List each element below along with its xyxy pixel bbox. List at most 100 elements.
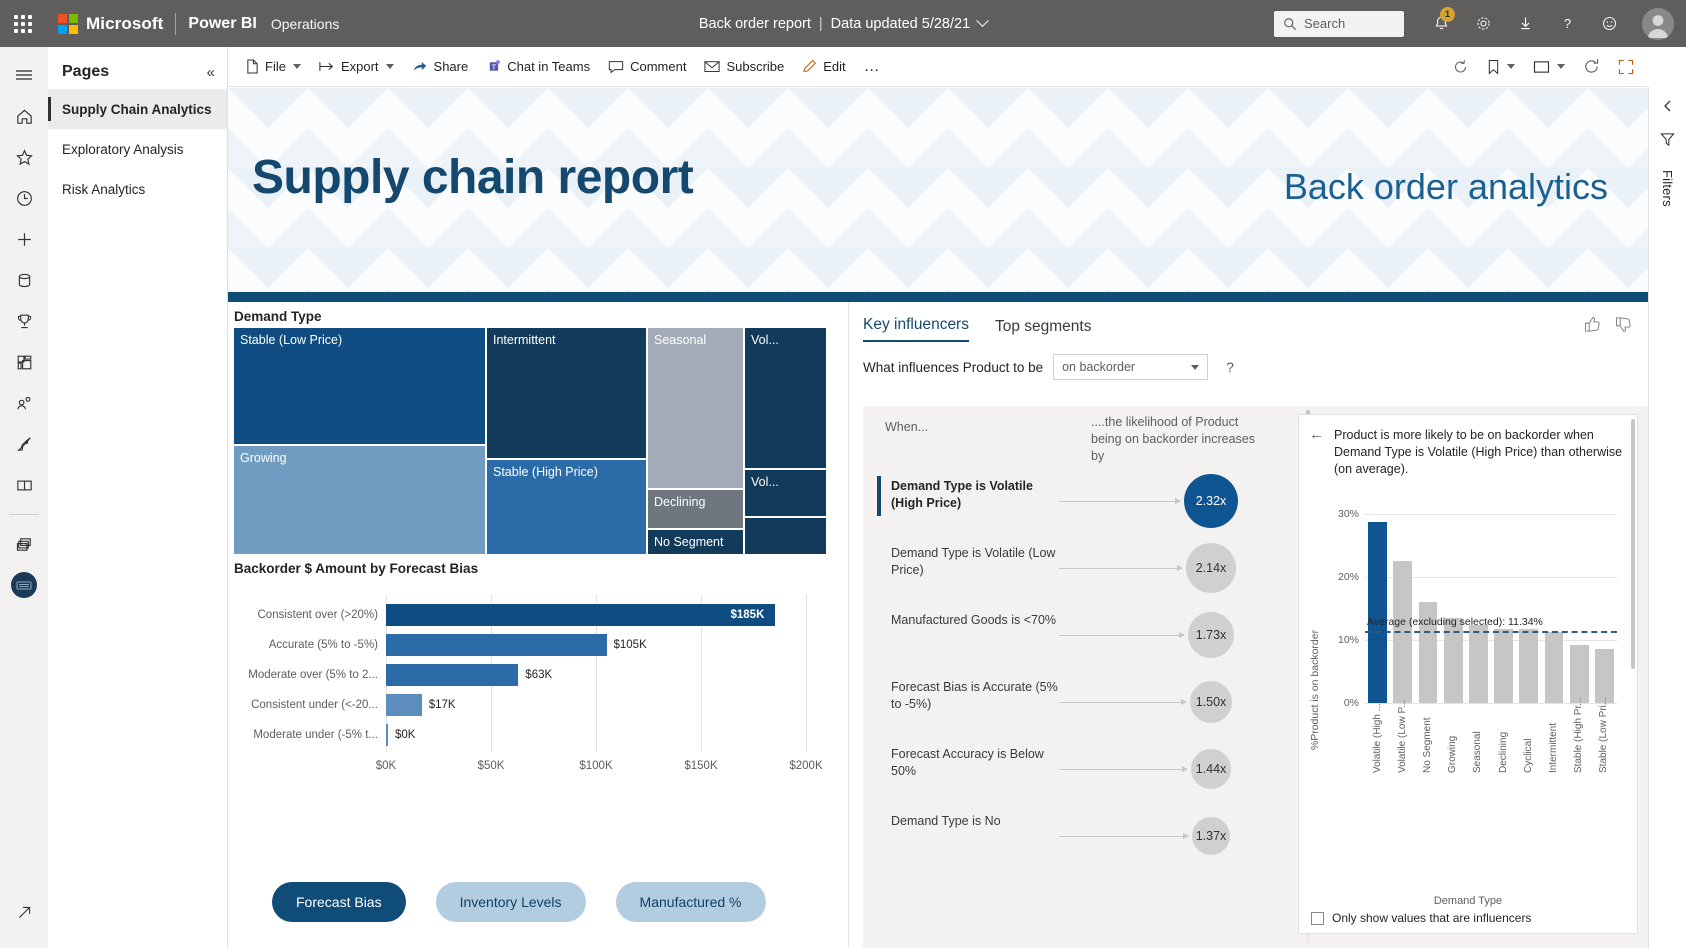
ki-influencer-bubble[interactable]: 1.50x — [1190, 681, 1232, 723]
ki-influencer-row[interactable]: Forecast Accuracy is Below 50%1.44x — [863, 736, 1263, 803]
view-button[interactable] — [1525, 53, 1573, 81]
backorder-amount-bar-chart[interactable]: $0K$50K$100K$150K$200KConsistent over (>… — [234, 580, 826, 795]
comment-button[interactable]: Comment — [600, 53, 694, 81]
avatar[interactable] — [1642, 8, 1674, 40]
treemap-tile[interactable]: Declining — [648, 490, 743, 528]
ki-influencer-bubble[interactable]: 1.44x — [1191, 749, 1231, 789]
learn-book-icon[interactable] — [0, 465, 48, 505]
treemap-tile[interactable]: No Segment — [648, 530, 743, 554]
open-in-new-icon[interactable] — [0, 892, 48, 932]
ki-target-select[interactable]: on backorder — [1053, 354, 1208, 380]
datasets-icon[interactable] — [0, 260, 48, 300]
recent-clock-icon[interactable] — [0, 178, 48, 218]
bar[interactable] — [386, 694, 422, 716]
treemap-tile[interactable]: Stable (High Price) — [487, 460, 646, 554]
shared-with-me-icon[interactable] — [0, 383, 48, 423]
ki-influencer-row[interactable]: Demand Type is Volatile (High Price) 2.32… — [863, 468, 1263, 535]
sidebar-item-exploratory-analysis[interactable]: Exploratory Analysis — [48, 129, 227, 169]
ki-detail-scrollbar[interactable] — [1631, 419, 1635, 929]
sidebar-item-supply-chain-analytics[interactable]: Supply Chain Analytics — [48, 89, 227, 129]
chevron-down-icon[interactable] — [976, 14, 989, 27]
ki-influencer-row[interactable]: Demand Type is No1.37x — [863, 803, 1263, 870]
forecast-bias-button[interactable]: Forecast Bias — [272, 882, 406, 922]
filters-label[interactable]: Filters — [1660, 170, 1675, 207]
treemap-tile[interactable]: Intermittent — [487, 328, 646, 458]
waffle-icon[interactable] — [0, 0, 46, 47]
ki-only-influencers-row[interactable]: Only show values that are influencers — [1311, 911, 1531, 925]
fullscreen-button[interactable] — [1610, 53, 1642, 81]
ki-influencer-label: Manufactured Goods is <70% — [891, 612, 1066, 629]
ki-arrow — [1059, 568, 1182, 569]
ki-help-icon[interactable]: ? — [1226, 359, 1234, 375]
ki-influencer-row[interactable]: Manufactured Goods is <70% 1.73x — [863, 602, 1263, 669]
treemap-tile[interactable] — [745, 518, 826, 554]
bar[interactable] — [1545, 632, 1564, 703]
more-options-button[interactable]: … — [856, 53, 888, 81]
refresh-button[interactable] — [1575, 53, 1608, 81]
file-menu-button[interactable]: File — [238, 53, 309, 81]
sidebar-item-risk-analytics[interactable]: Risk Analytics — [48, 169, 227, 209]
powerbi-brand[interactable]: Power BI — [188, 15, 256, 33]
bar[interactable] — [1570, 645, 1589, 703]
ki-influencer-bubble[interactable]: 1.73x — [1188, 612, 1234, 658]
home-icon[interactable] — [0, 96, 48, 136]
ki-only-influencers-checkbox[interactable] — [1311, 912, 1324, 925]
thumbs-up-icon[interactable] — [1584, 316, 1601, 336]
export-menu-button[interactable]: Export — [311, 53, 402, 81]
ki-influencer-row[interactable]: Demand Type is Volatile (Low Price)2.14x — [863, 535, 1263, 602]
ki-influencer-bubble[interactable]: 2.14x — [1186, 543, 1236, 593]
microsoft-logo[interactable]: Microsoft — [46, 14, 163, 34]
bar[interactable] — [386, 604, 775, 626]
ki-influencer-bubble[interactable]: 2.32x — [1184, 474, 1238, 528]
download-button[interactable] — [1506, 0, 1544, 47]
help-button[interactable]: ? — [1548, 0, 1586, 47]
reset-button[interactable] — [1444, 53, 1477, 81]
ki-influencer-label: Demand Type is Volatile (High Price) — [891, 478, 1066, 512]
thumbs-down-icon[interactable] — [1615, 316, 1632, 336]
edit-button[interactable]: Edit — [794, 53, 853, 81]
share-button[interactable]: Share — [404, 53, 477, 81]
inventory-levels-button[interactable]: Inventory Levels — [436, 882, 586, 922]
bar[interactable] — [1519, 629, 1538, 703]
tab-top-segments[interactable]: Top segments — [995, 318, 1092, 342]
bar[interactable] — [1595, 649, 1614, 703]
treemap-tile[interactable]: Vol... — [745, 470, 826, 516]
filter-icon[interactable] — [1660, 132, 1675, 150]
apps-icon[interactable] — [0, 342, 48, 382]
ki-detail-chart[interactable]: %Product is on backorder0%10%20%30%Volat… — [1299, 493, 1637, 887]
workspaces-icon[interactable] — [0, 524, 48, 564]
treemap-tile[interactable]: Growing — [234, 446, 485, 554]
treemap-tile[interactable]: Seasonal — [648, 328, 743, 488]
notifications-button[interactable]: 1 — [1422, 0, 1460, 47]
bookmarks-button[interactable] — [1479, 53, 1523, 81]
demand-type-treemap[interactable]: Stable (Low Price)GrowingIntermittentSta… — [234, 328, 826, 554]
chat-in-teams-button[interactable]: T Chat in Teams — [478, 53, 598, 81]
bar[interactable] — [386, 664, 518, 686]
workspace-avatar-icon[interactable] — [0, 565, 48, 605]
manufactured-pct-button[interactable]: Manufactured % — [616, 882, 766, 922]
tab-key-influencers[interactable]: Key influencers — [863, 316, 969, 342]
feedback-button[interactable] — [1590, 0, 1628, 47]
expand-filters-button[interactable] — [1661, 99, 1675, 116]
hamburger-icon[interactable] — [0, 55, 48, 95]
favorites-star-icon[interactable] — [0, 137, 48, 177]
back-arrow-icon[interactable]: ← — [1309, 427, 1324, 478]
create-plus-icon[interactable] — [0, 219, 48, 259]
ki-influencer-row[interactable]: Forecast Bias is Accurate (5% to -5%)1.5… — [863, 669, 1263, 736]
treemap-tile[interactable]: Vol... — [745, 328, 826, 468]
treemap-tile[interactable]: Stable (Low Price) — [234, 328, 485, 444]
bar[interactable] — [1494, 629, 1513, 703]
settings-button[interactable] — [1464, 0, 1502, 47]
collapse-pages-icon[interactable]: « — [207, 64, 215, 81]
bar[interactable] — [386, 634, 607, 656]
subscribe-button[interactable]: Subscribe — [696, 53, 792, 81]
search-input[interactable]: Search — [1274, 11, 1404, 37]
ki-influencer-bubble[interactable]: 1.37x — [1192, 817, 1230, 855]
bar[interactable] — [1368, 522, 1387, 703]
goals-trophy-icon[interactable] — [0, 301, 48, 341]
bar[interactable] — [1469, 625, 1488, 703]
deployment-rocket-icon[interactable] — [0, 424, 48, 464]
report-title-header[interactable]: Back order report | Data updated 5/28/21 — [633, 0, 1053, 47]
workspace-name[interactable]: Operations — [271, 16, 339, 32]
bar[interactable] — [386, 724, 388, 746]
